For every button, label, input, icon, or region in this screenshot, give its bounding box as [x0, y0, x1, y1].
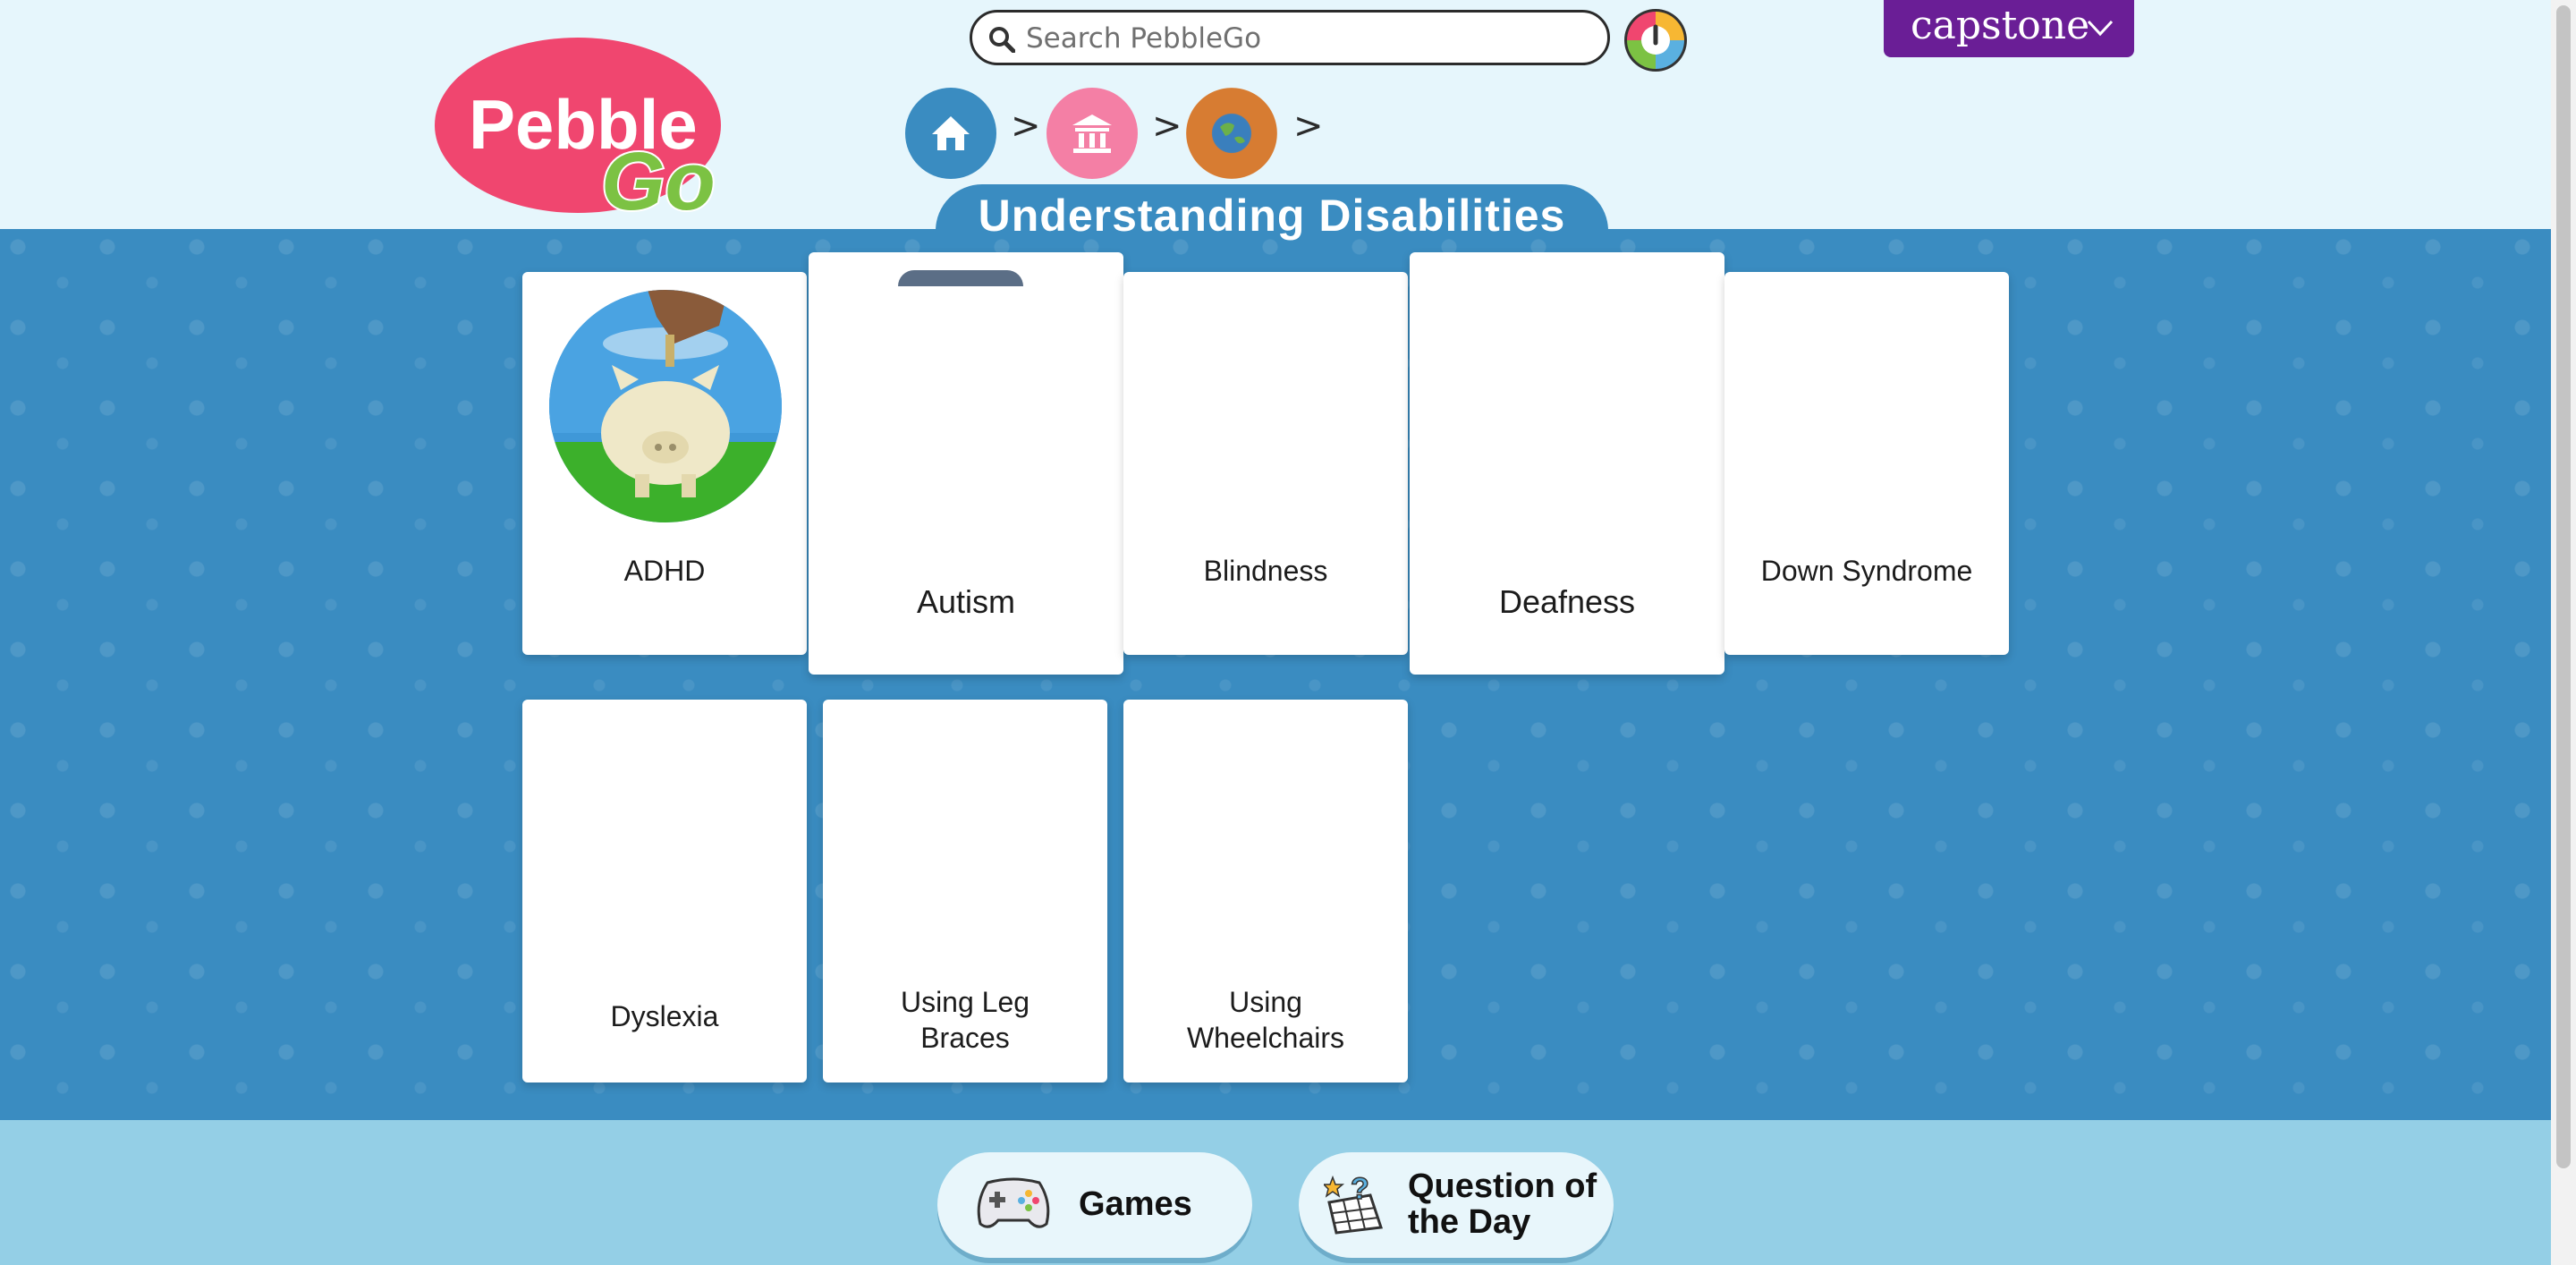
page-title: Understanding Disabilities [978, 191, 1566, 241]
topic-card-label: Dyslexia [610, 1000, 719, 1032]
piggy-bank-photo [549, 290, 782, 522]
topic-card-label: ADHD [623, 555, 706, 587]
breadcrumb-social-studies[interactable] [1046, 88, 1138, 179]
museum-icon [1072, 115, 1112, 153]
topic-card-label: Using Wheelchairs [1186, 986, 1345, 1054]
topic-card-using-wheelchairs[interactable]: Using Wheelchairs [1123, 700, 1408, 1082]
breadcrumb-communities[interactable] [1186, 88, 1277, 179]
question-label-line1: Question of [1408, 1167, 1597, 1205]
vertical-scrollbar[interactable] [2551, 0, 2576, 1265]
color-wheel-icon[interactable] [1623, 7, 1689, 73]
topic-card-blindness[interactable]: Blindness [1123, 272, 1408, 655]
home-icon [932, 116, 970, 150]
question-label-line2: the Day [1408, 1203, 1531, 1241]
topic-card-dyslexia[interactable]: Dyslexia [522, 700, 807, 1082]
topic-card-label: Autism [916, 583, 1016, 620]
logo-word-go: Go [601, 136, 716, 213]
question-label: Question of the Day [1408, 1168, 1597, 1240]
topic-card-label: Down Syndrome [1760, 555, 1973, 587]
topic-card-label: Blindness [1203, 555, 1328, 587]
pebblego-logo[interactable]: Pebble Go [433, 34, 730, 229]
svg-text:?: ? [1351, 1172, 1369, 1206]
question-of-the-day-button[interactable]: ? Question of the Day [1299, 1152, 1614, 1258]
breadcrumb-home[interactable] [905, 88, 996, 179]
topic-grid-area: ADHD Autism Blindness Deafness Down Synd… [0, 229, 2551, 1120]
games-label: Games [1079, 1185, 1192, 1223]
card-image-partial [898, 270, 1023, 286]
search-icon [989, 27, 1015, 53]
scrollbar-thumb[interactable] [2556, 5, 2571, 1168]
search-input[interactable] [1024, 20, 1591, 57]
breadcrumb-separator: > [1293, 106, 1324, 147]
breadcrumb-separator: > [1152, 106, 1182, 147]
topic-card-adhd[interactable]: ADHD [522, 272, 807, 655]
footer-bar: Games ? Question of the Day [0, 1120, 2551, 1265]
topic-card-autism[interactable]: Autism [809, 252, 1123, 675]
capstone-label: capstone [1911, 3, 2090, 48]
gamepad-icon [977, 1177, 1050, 1228]
topic-card-label: Deafness [1498, 583, 1636, 620]
globe-icon [1214, 115, 1250, 151]
breadcrumb-separator: > [1011, 106, 1041, 147]
topic-card-down-syndrome[interactable]: Down Syndrome [1724, 272, 2009, 655]
topic-card-using-leg-braces[interactable]: Using Leg Braces [823, 700, 1107, 1082]
capstone-menu-button[interactable]: capstone [1884, 0, 2134, 57]
question-board-icon: ? [1324, 1172, 1384, 1235]
chevron-down-icon [2087, 20, 2114, 37]
topic-card-deafness[interactable]: Deafness [1410, 252, 1724, 675]
games-button[interactable]: Games [937, 1152, 1252, 1258]
search-box[interactable] [970, 10, 1610, 65]
topic-card-label: Using Leg Braces [900, 986, 1030, 1054]
